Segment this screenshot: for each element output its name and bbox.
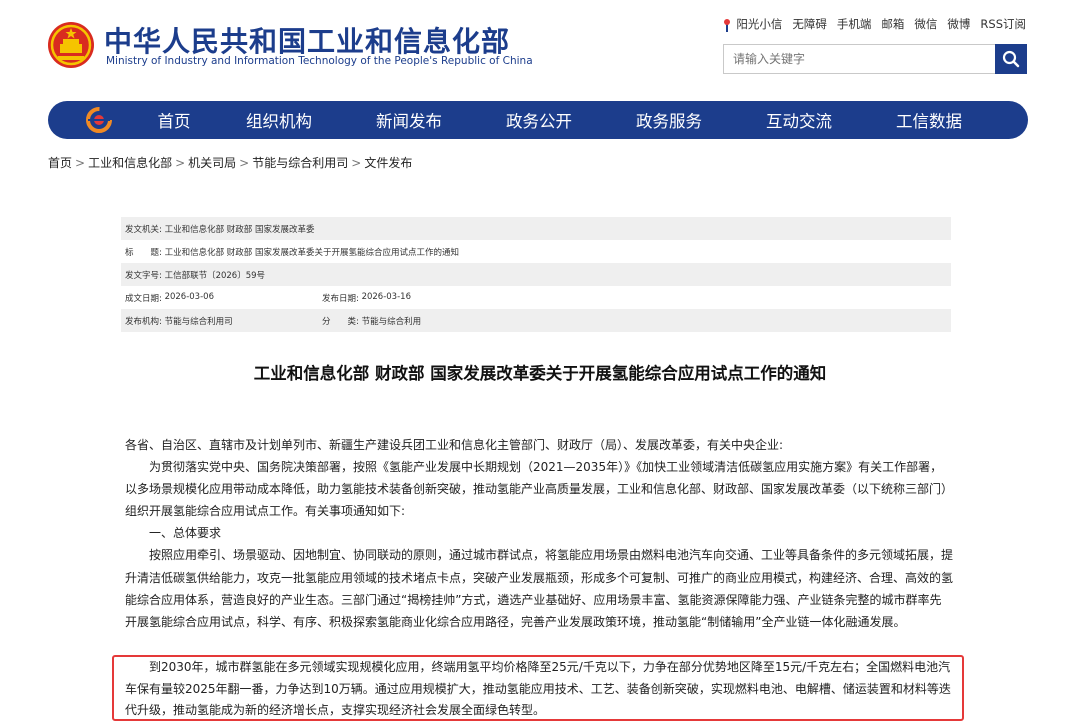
top-link-rss[interactable]: RSS订阅 bbox=[980, 16, 1026, 32]
top-link-label: 阳光小信 bbox=[736, 17, 783, 31]
meta-row-title: 标 题: 工业和信息化部 财政部 国家发展改革委关于开展氢能综合应用试点工作的通… bbox=[121, 240, 951, 263]
meta-row-docno: 发文字号: 工信部联节〔2026〕59号 bbox=[121, 263, 951, 286]
meta-row-org: 发布机构: 节能与综合利用司 分 类: 节能与综合利用 bbox=[121, 309, 951, 332]
breadcrumb-separator: > bbox=[75, 156, 86, 170]
section-heading: 一、总体要求 bbox=[149, 526, 222, 541]
nav-item-interaction[interactable]: 互动交流 bbox=[734, 108, 864, 132]
top-link-sunshine[interactable]: 阳光小信 bbox=[720, 16, 782, 32]
meta-cell-category: 分 类: 节能与综合利用 bbox=[322, 315, 421, 327]
meta-value-category: 节能与综合利用 bbox=[361, 316, 422, 327]
document-title: 工业和信息化部 财政部 国家发展改革委关于开展氢能综合应用试点工作的通知 bbox=[253, 364, 827, 383]
meta-value-published: 2026-03-16 bbox=[361, 291, 411, 302]
nav-item-home[interactable]: 首页 bbox=[134, 108, 214, 132]
meta-value-docno: 工信部联节〔2026〕59号 bbox=[164, 270, 266, 281]
meta-cell-org: 发布机构: 节能与综合利用司 bbox=[125, 315, 322, 327]
top-link-wechat[interactable]: 微信 bbox=[914, 16, 937, 32]
document-paragraph: 为贯彻落实党中央、国务院决策部署，按照《氢能产业发展中长期规划（2021—203… bbox=[125, 460, 954, 519]
document-body: 各省、自治区、直辖市及计划单列市、新疆生产建设兵团工业和信息化主管部门、财政厅（… bbox=[125, 434, 953, 633]
meta-value-created: 2026-03-06 bbox=[164, 291, 214, 302]
top-link-accessibility[interactable]: 无障碍 bbox=[792, 16, 827, 32]
site-header: 中华人民共和国工业和信息化部 Ministry of Industry and … bbox=[0, 0, 1080, 100]
document-paragraph: 按照应用牵引、场景驱动、因地制宜、协同联动的原则，通过城市群试点，将氢能应用场景… bbox=[125, 548, 954, 629]
meta-label: 成文日期: bbox=[125, 293, 162, 304]
top-links: 阳光小信 无障碍 手机端 邮箱 微信 微博 RSS订阅 bbox=[720, 16, 1026, 32]
search-icon bbox=[1002, 50, 1020, 68]
meta-label: 发文字号: bbox=[125, 270, 162, 281]
meta-label: 分 类: bbox=[322, 316, 359, 327]
nav-item-services[interactable]: 政务服务 bbox=[604, 108, 734, 132]
search-button[interactable] bbox=[995, 44, 1027, 74]
breadcrumb-departments[interactable]: 机关司局 bbox=[188, 156, 236, 170]
search-box bbox=[723, 44, 1027, 74]
document-salutation: 各省、自治区、直辖市及计划单列市、新疆生产建设兵团工业和信息化主管部门、财政厅（… bbox=[125, 438, 784, 452]
top-link-weibo[interactable]: 微博 bbox=[947, 16, 970, 32]
meta-label: 发文机关: bbox=[125, 224, 162, 235]
nav-item-organization[interactable]: 组织机构 bbox=[214, 108, 344, 132]
meta-label: 标 题: bbox=[125, 247, 162, 258]
meta-label: 发布机构: bbox=[125, 316, 162, 327]
highlighted-paragraph: 到2030年，城市群氢能在多元领域实现规模化应用，终端用氢平均价格降至25元/千… bbox=[125, 660, 951, 717]
meta-value-title: 工业和信息化部 财政部 国家发展改革委关于开展氢能综合应用试点工作的通知 bbox=[164, 247, 459, 258]
site-title-en: Ministry of Industry and Information Tec… bbox=[106, 55, 533, 67]
meta-value-org: 节能与综合利用司 bbox=[164, 316, 233, 327]
meta-row-dates: 成文日期: 2026-03-06 发布日期: 2026-03-16 bbox=[121, 286, 951, 309]
search-input[interactable] bbox=[724, 45, 996, 73]
national-emblem-icon[interactable] bbox=[46, 20, 96, 70]
meta-value-issuer: 工业和信息化部 财政部 国家发展改革委 bbox=[164, 224, 315, 235]
miit-logo-icon[interactable] bbox=[84, 105, 114, 135]
nav-item-public-affairs[interactable]: 政务公开 bbox=[474, 108, 604, 132]
main-nav: 首页 组织机构 新闻发布 政务公开 政务服务 互动交流 工信数据 bbox=[48, 101, 1028, 139]
meta-label: 发布日期: bbox=[322, 293, 359, 304]
meta-cell-created: 成文日期: 2026-03-06 bbox=[125, 292, 322, 304]
breadcrumb-home[interactable]: 首页 bbox=[48, 156, 72, 170]
document-meta-table: 发文机关: 工业和信息化部 财政部 国家发展改革委 标 题: 工业和信息化部 财… bbox=[121, 217, 951, 332]
breadcrumb: 首页 > 工业和信息化部 > 机关司局 > 节能与综合利用司 > 文件发布 bbox=[48, 154, 412, 171]
breadcrumb-documents[interactable]: 文件发布 bbox=[364, 156, 412, 170]
top-link-mobile[interactable]: 手机端 bbox=[837, 16, 872, 32]
breadcrumb-energy-dept[interactable]: 节能与综合利用司 bbox=[252, 156, 348, 170]
breadcrumb-miit[interactable]: 工业和信息化部 bbox=[88, 156, 172, 170]
meta-row-issuer: 发文机关: 工业和信息化部 财政部 国家发展改革委 bbox=[121, 217, 951, 240]
top-link-mail[interactable]: 邮箱 bbox=[881, 16, 904, 32]
breadcrumb-separator: > bbox=[239, 156, 250, 170]
breadcrumb-separator: > bbox=[351, 156, 362, 170]
nav-item-data[interactable]: 工信数据 bbox=[864, 108, 994, 132]
site-title-cn[interactable]: 中华人民共和国工业和信息化部 bbox=[104, 20, 510, 60]
nav-item-news[interactable]: 新闻发布 bbox=[344, 108, 474, 132]
sun-icon bbox=[724, 18, 731, 32]
breadcrumb-separator: > bbox=[175, 156, 186, 170]
meta-cell-published: 发布日期: 2026-03-16 bbox=[322, 292, 411, 304]
